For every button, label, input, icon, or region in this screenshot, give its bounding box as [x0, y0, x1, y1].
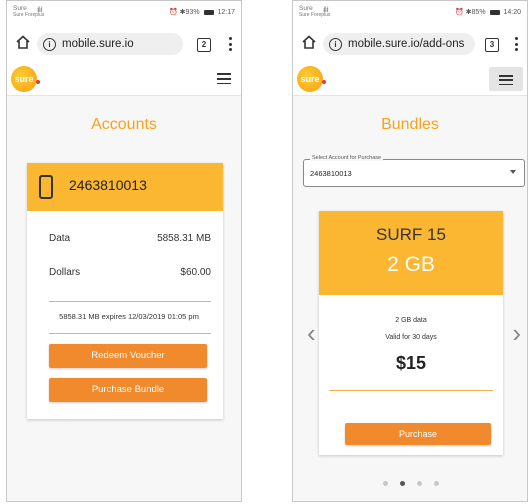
balance-row-data: Data 5858.31 MB [27, 233, 223, 253]
home-icon[interactable] [15, 34, 31, 50]
bundle-card-header: SURF 15 2 GB [319, 211, 503, 295]
balance-label: Dollars [49, 267, 81, 278]
select-legend: Select Account for Purchase [310, 155, 384, 161]
carousel-dot[interactable] [417, 481, 422, 486]
signal-icon: ıll ıl [323, 7, 328, 14]
page-title: Bundles [381, 116, 439, 133]
bundle-size: 2 GB [387, 253, 435, 276]
page-title: Accounts [91, 116, 157, 133]
home-icon[interactable] [301, 34, 317, 50]
info-icon[interactable]: i [43, 37, 56, 51]
overflow-menu-icon[interactable] [515, 37, 519, 54]
bundle-price: $15 [395, 353, 427, 373]
bundle-name: SURF 15 [376, 225, 446, 244]
tab-switcher-button[interactable]: 3 [485, 38, 499, 52]
accounts-screen: Sure Sure Foreplus ıll ıl ⏰ ✱93% 12:17 i… [6, 0, 242, 502]
balance-label: Data [49, 233, 71, 244]
hamburger-menu-icon[interactable] [489, 67, 523, 91]
redeem-voucher-button[interactable]: Redeem Voucher [49, 344, 207, 368]
status-bar: Sure Sure Foreplus ıll ıl ⏰ ✱85% 14:20 [293, 1, 527, 27]
alarm-battery-status: ⏰ ✱93% [169, 9, 200, 16]
sure-logo[interactable]: sure [11, 66, 40, 92]
carousel-prev-arrow[interactable]: ‹ [307, 320, 316, 346]
battery-icon [489, 9, 500, 15]
sure-logo[interactable]: sure [297, 66, 326, 92]
carousel-next-arrow[interactable]: › [512, 320, 521, 346]
clock-time: 12:17 [217, 9, 235, 16]
browser-address-bar: i mobile.sure.io/add-ons 3 [293, 27, 527, 63]
purchase-bundle-button[interactable]: Purchase Bundle [49, 378, 207, 402]
hamburger-menu-icon[interactable] [217, 73, 231, 87]
carousel-dot[interactable] [383, 481, 388, 486]
dropdown-caret-icon [510, 170, 516, 174]
tab-switcher-button[interactable]: 2 [197, 38, 211, 52]
account-select[interactable]: Select Account for Purchase 2463810013 [303, 155, 525, 187]
battery-icon [203, 9, 214, 15]
balance-value: 5858.31 MB [157, 233, 211, 244]
mobile-phone-icon [39, 175, 53, 199]
divider [329, 390, 493, 391]
carousel-dot[interactable] [434, 481, 439, 486]
alarm-battery-status: ⏰ ✱85% [455, 9, 486, 16]
account-card-header: 2463810013 [27, 163, 223, 211]
url-field[interactable]: i mobile.sure.io [37, 33, 183, 55]
balance-row-dollars: Dollars $60.00 [27, 267, 223, 287]
url-text: mobile.sure.io/add-ons [348, 38, 465, 50]
url-field[interactable]: i mobile.sure.io/add-ons [323, 33, 475, 55]
status-bar: Sure Sure Foreplus ıll ıl ⏰ ✱93% 12:17 [7, 1, 241, 27]
divider [49, 301, 211, 302]
expiry-text: 5858.31 MB expires 12/03/2019 01:05 pm [59, 312, 199, 321]
url-text: mobile.sure.io [62, 38, 134, 50]
bundles-screen: Sure Sure Foreplus ıll ıl ⏰ ✱85% 14:20 i… [292, 0, 528, 502]
carousel-dot[interactable] [400, 481, 405, 486]
clock-time: 14:20 [503, 9, 521, 16]
bundle-data-text: 2 GB data [395, 317, 427, 324]
info-icon[interactable]: i [329, 37, 342, 51]
signal-icon: ıll ıl [37, 7, 42, 14]
select-value: 2463810013 [310, 169, 352, 178]
bundle-validity-text: Valid for 30 days [385, 334, 437, 341]
carousel-dots [293, 473, 527, 491]
site-header: sure [293, 63, 527, 96]
account-card: 2463810013 Data 5858.31 MB Dollars $60.0… [27, 163, 223, 419]
account-number: 2463810013 [69, 177, 147, 193]
bundle-card: SURF 15 2 GB 2 GB data Valid for 30 days… [319, 211, 503, 455]
overflow-menu-icon[interactable] [229, 37, 233, 54]
browser-address-bar: i mobile.sure.io 2 [7, 27, 241, 63]
site-header: sure [7, 63, 241, 96]
balance-value: $60.00 [180, 267, 211, 278]
purchase-button[interactable]: Purchase [345, 423, 491, 445]
